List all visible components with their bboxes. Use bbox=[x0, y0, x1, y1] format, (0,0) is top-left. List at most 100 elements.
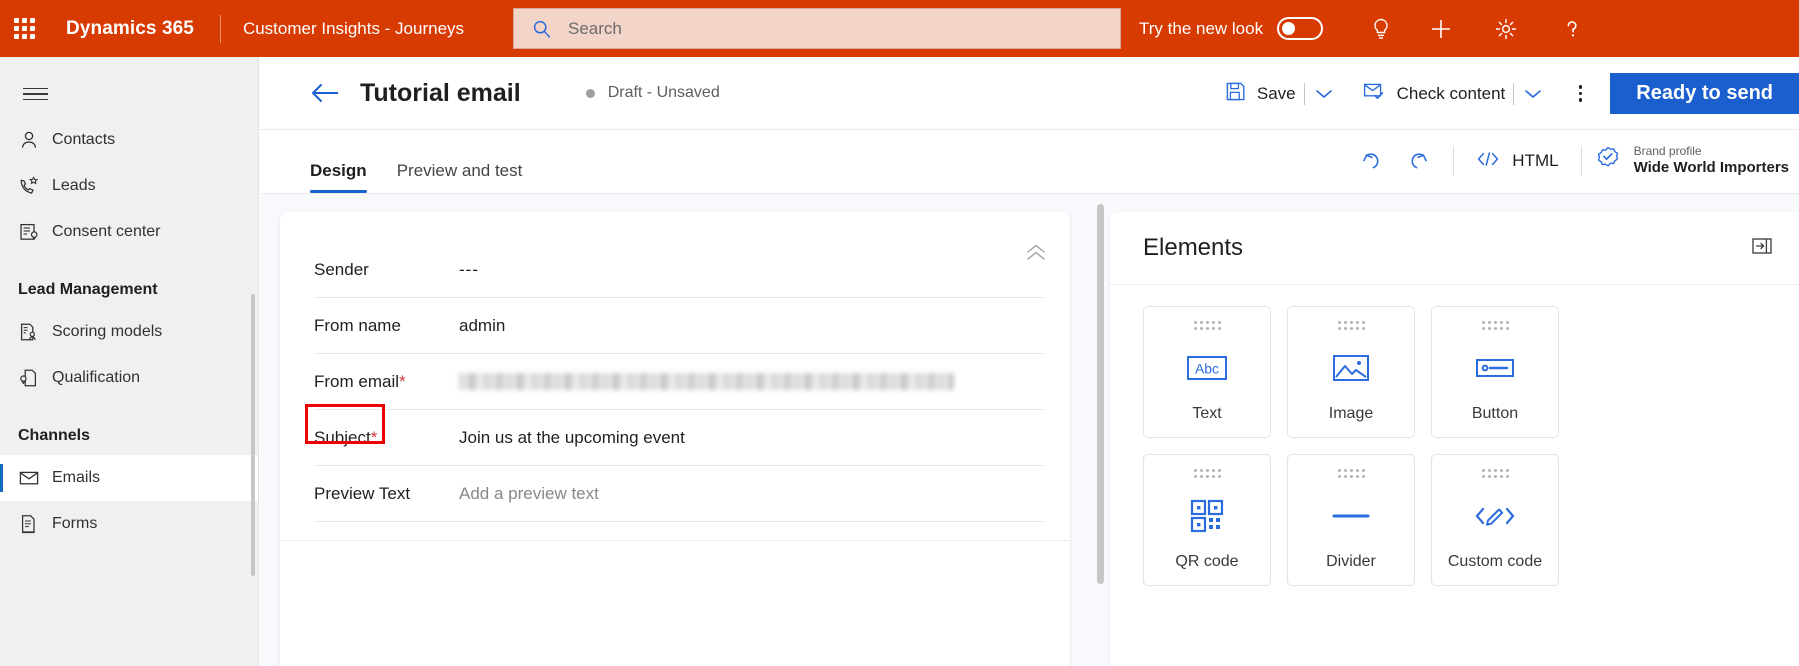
field-label-from-email: From email* bbox=[314, 371, 406, 391]
hamburger-icon[interactable] bbox=[12, 71, 58, 117]
drag-grip-icon[interactable] bbox=[1337, 469, 1365, 478]
save-chevron-down-icon[interactable] bbox=[1307, 74, 1341, 114]
search-input[interactable]: Search bbox=[513, 8, 1121, 49]
plus-icon[interactable] bbox=[1419, 0, 1463, 57]
required-asterisk: * bbox=[370, 427, 378, 447]
qr-code-icon bbox=[1144, 478, 1270, 553]
html-button[interactable]: HTML bbox=[1466, 141, 1568, 181]
sidebar-item-label: Consent center bbox=[52, 223, 161, 240]
sidebar-item-forms[interactable]: Forms bbox=[0, 501, 258, 547]
collapse-panel-icon[interactable] bbox=[1751, 236, 1773, 261]
elements-panel-header: Elements bbox=[1110, 212, 1799, 285]
drag-grip-icon[interactable] bbox=[1481, 469, 1509, 478]
check-content-label: Check content bbox=[1396, 83, 1506, 103]
field-label-subject: Subject* bbox=[314, 427, 378, 447]
check-chevron-down-icon[interactable] bbox=[1516, 74, 1550, 114]
brand-profile-name: Wide World Importers bbox=[1633, 159, 1789, 177]
element-tile-button[interactable]: Button bbox=[1431, 306, 1559, 438]
sidebar-item-qualification[interactable]: Qualification bbox=[0, 355, 258, 401]
brand-profile-label: Brand profile bbox=[1633, 144, 1702, 159]
drag-grip-icon[interactable] bbox=[1193, 321, 1221, 330]
field-row-preview-text: Preview Text Add a preview text bbox=[314, 466, 1044, 522]
gear-icon[interactable] bbox=[1484, 0, 1528, 57]
element-tile-divider[interactable]: Divider bbox=[1287, 454, 1415, 586]
save-label: Save bbox=[1256, 83, 1296, 103]
lightbulb-icon[interactable] bbox=[1359, 0, 1403, 57]
tabs-bar-actions: HTML Brand profile Wide World Importers bbox=[1349, 129, 1799, 193]
sidebar-item-consent-center[interactable]: Consent center bbox=[0, 209, 258, 255]
brand-profile-button[interactable]: Brand profile Wide World Importers bbox=[1594, 144, 1799, 178]
field-value-sender[interactable]: --- bbox=[459, 260, 479, 280]
element-tile-qr-code[interactable]: QR code bbox=[1143, 454, 1271, 586]
save-floppy-icon bbox=[1225, 81, 1246, 107]
element-tile-text[interactable]: Abc Text bbox=[1143, 306, 1271, 438]
svg-text:Abc: Abc bbox=[1195, 360, 1219, 376]
header-divider bbox=[219, 14, 221, 43]
sidebar-group-channels: Channels bbox=[18, 427, 91, 444]
tabs-divider-1 bbox=[1453, 146, 1455, 176]
tab-preview-and-test[interactable]: Preview and test bbox=[397, 161, 523, 193]
tabs-divider-2 bbox=[1580, 146, 1582, 176]
command-bar: Tutorial email Draft - Unsaved Save Chec… bbox=[260, 57, 1799, 130]
sidebar-item-label: Contacts bbox=[52, 131, 116, 148]
phone-star-icon bbox=[18, 175, 52, 197]
search-icon bbox=[532, 19, 552, 39]
ready-to-send-button[interactable]: Ready to send bbox=[1610, 73, 1799, 114]
sidebar-item-label: Forms bbox=[52, 515, 98, 532]
field-row-from-email: From email* bbox=[314, 354, 1044, 410]
double-chevron-up-icon[interactable] bbox=[1024, 240, 1048, 269]
code-icon bbox=[1476, 150, 1500, 173]
card-section-divider bbox=[280, 540, 1070, 541]
html-label: HTML bbox=[1512, 151, 1559, 170]
status-dot bbox=[585, 88, 595, 98]
form-document-icon bbox=[18, 513, 52, 535]
drag-grip-icon[interactable] bbox=[1337, 321, 1365, 330]
element-tile-image[interactable]: Image bbox=[1287, 306, 1415, 438]
check-content-button[interactable]: Check content bbox=[1357, 74, 1512, 114]
field-value-from-email-blurred[interactable] bbox=[459, 373, 954, 390]
save-split-divider bbox=[1303, 82, 1305, 105]
required-asterisk: * bbox=[399, 371, 406, 391]
field-row-from-name: From name admin bbox=[314, 298, 1044, 354]
sidebar-item-scoring-models[interactable]: Scoring models bbox=[0, 309, 258, 355]
app-header: Dynamics 365 Customer Insights - Journey… bbox=[0, 0, 1799, 57]
field-value-subject[interactable]: Join us at the upcoming event bbox=[459, 428, 685, 448]
brand-title[interactable]: Dynamics 365 bbox=[66, 18, 194, 40]
app-name-label[interactable]: Customer Insights - Journeys bbox=[243, 19, 464, 39]
help-icon[interactable] bbox=[1550, 0, 1594, 57]
abc-text-icon: Abc bbox=[1144, 330, 1270, 405]
drag-grip-icon[interactable] bbox=[1193, 469, 1221, 478]
redo-icon[interactable] bbox=[1395, 138, 1441, 184]
try-new-look-label: Try the new look bbox=[1139, 18, 1264, 38]
sidebar-scrollbar[interactable] bbox=[251, 294, 255, 576]
try-new-look-toggle-group[interactable]: Try the new look bbox=[1139, 0, 1324, 57]
back-arrow-icon[interactable] bbox=[310, 82, 340, 104]
try-new-look-toggle[interactable] bbox=[1277, 17, 1324, 40]
email-settings-pane: Sender --- From name admin From email* S… bbox=[260, 194, 1110, 666]
field-value-from-name[interactable]: admin bbox=[459, 316, 505, 336]
more-vertical-icon[interactable] bbox=[1562, 74, 1598, 114]
sidebar-item-label: Leads bbox=[52, 177, 96, 194]
page-title: Tutorial email bbox=[360, 78, 521, 107]
qualification-icon bbox=[18, 367, 52, 389]
verified-badge-icon bbox=[1594, 145, 1622, 178]
custom-code-icon bbox=[1432, 478, 1558, 553]
scoring-document-icon bbox=[18, 321, 52, 343]
element-tile-custom-code[interactable]: Custom code bbox=[1431, 454, 1559, 586]
waffle-menu-button[interactable] bbox=[0, 0, 48, 57]
element-tile-label: Custom code bbox=[1447, 553, 1543, 570]
drag-grip-icon[interactable] bbox=[1481, 321, 1509, 330]
sidebar-item-leads[interactable]: Leads bbox=[0, 163, 258, 209]
element-tile-label: Button bbox=[1471, 405, 1519, 422]
sidebar-item-label: Scoring models bbox=[52, 323, 163, 340]
save-button[interactable]: Save bbox=[1219, 74, 1302, 114]
editor-scrollbar[interactable] bbox=[1097, 204, 1104, 584]
field-value-preview-text[interactable]: Add a preview text bbox=[459, 484, 599, 504]
undo-icon[interactable] bbox=[1349, 138, 1395, 184]
command-bar-actions: Save Check content Ready to send bbox=[1219, 57, 1799, 130]
main-content: Tutorial email Draft - Unsaved Save Chec… bbox=[260, 57, 1799, 666]
tab-design[interactable]: Design bbox=[310, 161, 367, 193]
check-split-divider bbox=[1513, 82, 1515, 105]
sidebar-item-contacts[interactable]: Contacts bbox=[0, 117, 258, 163]
sidebar-item-emails[interactable]: Emails bbox=[0, 455, 258, 501]
